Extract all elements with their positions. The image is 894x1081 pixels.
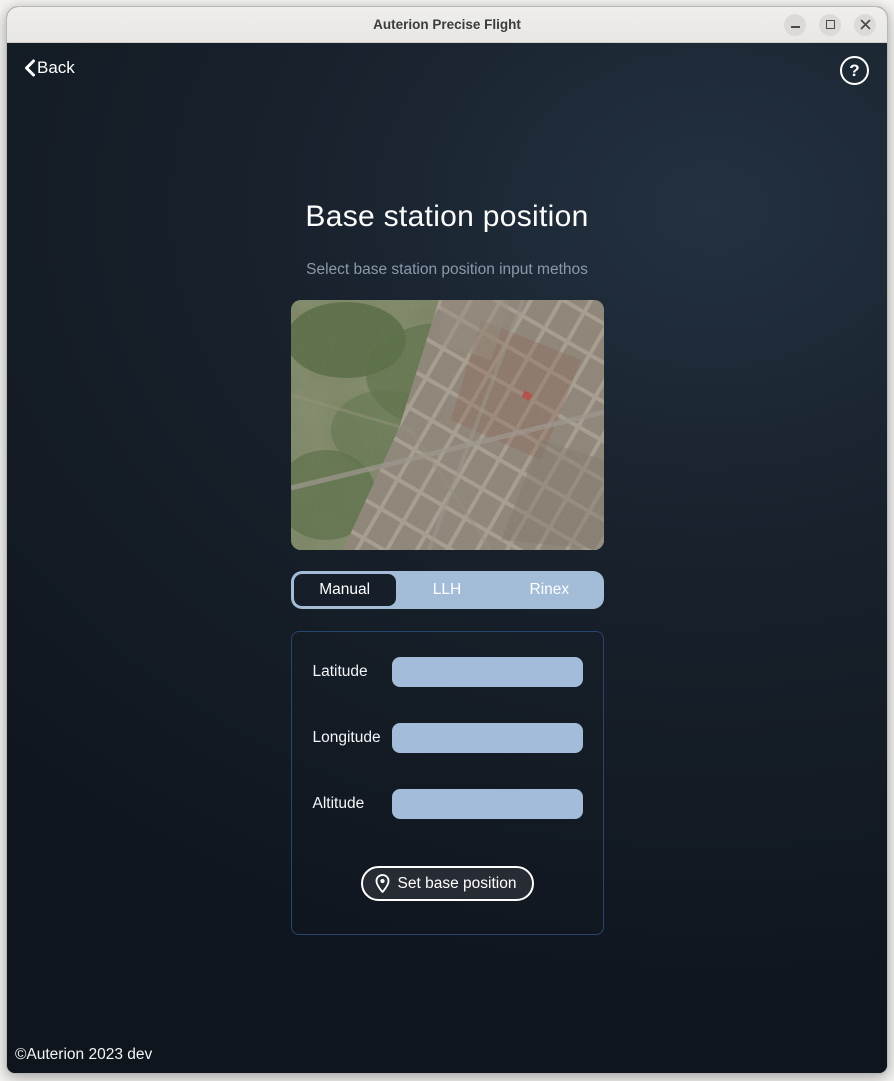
close-icon (860, 19, 871, 30)
submit-row: Set base position (313, 866, 583, 901)
back-label: Back (37, 58, 75, 78)
help-button[interactable]: ? (840, 56, 869, 85)
location-pin-icon (374, 873, 391, 894)
longitude-field[interactable] (392, 723, 583, 753)
main-column: Base station position Select base statio… (291, 200, 604, 935)
maximize-icon (826, 20, 835, 29)
longitude-label: Longitude (313, 729, 381, 747)
app-content: Back ? Base station position Select base… (7, 43, 887, 1073)
altitude-label: Altitude (313, 795, 365, 813)
manual-position-form: Latitude Longitude Altitude (291, 631, 604, 935)
satellite-map-graphic (291, 300, 604, 550)
minimize-button[interactable] (784, 14, 806, 36)
close-button[interactable] (854, 14, 876, 36)
question-mark-icon: ? (849, 62, 859, 79)
latitude-label: Latitude (313, 663, 368, 681)
set-base-position-button[interactable]: Set base position (361, 866, 535, 901)
tab-rinex[interactable]: Rinex (498, 574, 600, 606)
input-method-tabs: Manual LLH Rinex (291, 571, 604, 609)
satellite-map-image (291, 300, 604, 550)
set-base-position-label: Set base position (398, 875, 517, 893)
tab-manual[interactable]: Manual (294, 574, 396, 606)
altitude-row: Altitude (313, 789, 583, 819)
window-title: Auterion Precise Flight (7, 17, 887, 32)
minimize-icon (791, 26, 800, 28)
maximize-button[interactable] (819, 14, 841, 36)
latitude-row: Latitude (313, 657, 583, 687)
titlebar[interactable]: Auterion Precise Flight (7, 7, 887, 43)
longitude-row: Longitude (313, 723, 583, 753)
page-title: Base station position (291, 200, 604, 234)
altitude-field[interactable] (392, 789, 583, 819)
chevron-left-icon (23, 59, 36, 77)
copyright-text: ©Auterion 2023 dev (15, 1046, 152, 1064)
app-window: Auterion Precise Flight Back (6, 6, 888, 1074)
back-button[interactable]: Back (19, 56, 79, 80)
page-subtitle: Select base station position input metho… (291, 261, 604, 279)
window-controls (784, 14, 887, 36)
latitude-field[interactable] (392, 657, 583, 687)
top-navigation: Back ? (7, 43, 887, 85)
tab-llh[interactable]: LLH (396, 574, 498, 606)
